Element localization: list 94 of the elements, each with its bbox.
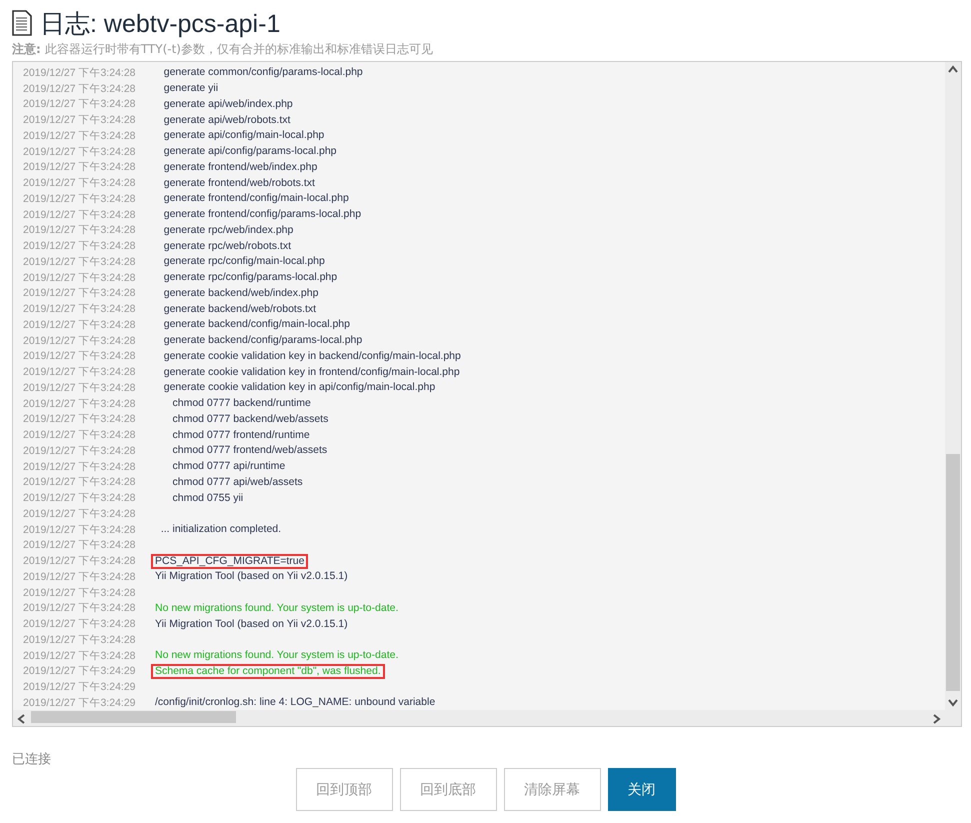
log-message: No new migrations found. Your system is up-to-date. (154, 648, 400, 664)
log-message: Yii Migration Tool (based on Yii v2.0.15.1) (154, 616, 349, 632)
log-time: 2019/12/27 下午3:24:28 (22, 491, 137, 506)
log-message: generate rpc/config/main-local.php (162, 254, 326, 270)
scroll-thumb[interactable] (946, 454, 960, 691)
log-message: generate rpc/web/index.php (162, 222, 294, 238)
connection-status: 已连接 (12, 751, 52, 768)
vertical-scrollbar[interactable] (945, 62, 961, 710)
log-time: 2019/12/27 下午3:24:28 (22, 334, 137, 348)
log-message: No new migrations found. Your system is up-to-date. (154, 600, 400, 616)
log-message: Schema cache for component "db", was flushed. (151, 664, 385, 679)
log-time: 2019/12/27 下午3:24:28 (22, 648, 137, 663)
log-time: 2019/12/27 下午3:24:28 (22, 208, 137, 222)
log-time: 2019/12/27 下午3:24:29 (22, 680, 137, 694)
log-time: 2019/12/27 下午3:24:28 (22, 617, 137, 632)
scroll-left-icon (17, 714, 25, 724)
log-time: 2019/12/27 下午3:24:28 (22, 365, 137, 380)
log-time: 2019/12/27 下午3:24:28 (22, 396, 137, 411)
log-time: 2019/12/27 下午3:24:28 (22, 97, 137, 112)
log-message: generate backend/web/index.php (162, 286, 320, 301)
log-time: 2019/12/27 下午3:24:28 (22, 113, 137, 128)
log-time: 2019/12/27 下午3:24:28 (22, 192, 137, 206)
log-message: generate api/web/robots.txt (162, 112, 292, 128)
log-message: generate backend/web/robots.txt (162, 302, 318, 317)
log-message: generate frontend/config/params-local.php (162, 207, 362, 222)
log-time: 2019/12/27 下午3:24:28 (22, 82, 137, 96)
log-time: 2019/12/27 下午3:24:29 (22, 664, 137, 678)
log-time: 2019/12/27 下午3:24:28 (22, 144, 137, 159)
log-message: generate common/config/params-local.php (162, 65, 364, 80)
log-time: 2019/12/27 下午3:24:28 (22, 412, 137, 426)
log-message: generate cookie validation key in backend/config/main-local.php (162, 348, 462, 364)
log-time: 2019/12/27 下午3:24:28 (22, 444, 137, 458)
action-button[interactable]: 回到底部 (400, 768, 496, 811)
log-message: chmod 0777 api/web/assets (172, 474, 304, 490)
log-message: chmod 0755 yii (172, 490, 244, 506)
log-time: 2019/12/27 下午3:24:28 (22, 506, 137, 521)
log-time: 2019/12/27 下午3:24:28 (22, 239, 137, 254)
log-time: 2019/12/27 下午3:24:28 (22, 522, 137, 537)
note-label: 注意: (12, 41, 41, 58)
log-time: 2019/12/27 下午3:24:28 (22, 632, 137, 647)
document-icon (12, 10, 32, 36)
log-message: generate backend/config/params-local.php (162, 333, 364, 348)
scroll-up-icon (948, 65, 958, 73)
log-message: generate cookie validation key in frontend/config/main-local.php (162, 364, 461, 380)
log-time: 2019/12/27 下午3:24:28 (22, 66, 137, 80)
log-message: ... initialization completed. (160, 522, 282, 538)
log-time: 2019/12/27 下午3:24:28 (22, 428, 137, 442)
log-time: 2019/12/27 下午3:24:28 (22, 176, 137, 190)
log-message: generate backend/config/main-local.php (162, 317, 351, 332)
page-title: 日志: webtv-pcs-api-1 (40, 8, 280, 40)
log-time: 2019/12/27 下午3:24:28 (22, 286, 137, 300)
log-message: chmod 0777 frontend/runtime (172, 428, 311, 443)
note-text: 此容器运行时带有TTY(-t)参数，仅有合并的标准输出和标准错误日志可见 (44, 41, 433, 58)
log-message: generate frontend/web/index.php (162, 160, 318, 175)
log-time: 2019/12/27 下午3:24:28 (22, 349, 137, 364)
log-message: chmod 0777 backend/web/assets (172, 412, 330, 427)
action-button[interactable]: 回到顶部 (296, 768, 392, 811)
log-time: 2019/12/27 下午3:24:28 (22, 160, 137, 174)
log-time: 2019/12/27 下午3:24:28 (22, 254, 137, 269)
scroll-down-icon (948, 699, 958, 707)
log-message: chmod 0777 backend/runtime (172, 396, 312, 412)
log-time: 2019/12/27 下午3:24:28 (22, 586, 137, 600)
log-message: generate api/config/main-local.php (162, 128, 326, 144)
scroll-right-icon (933, 714, 941, 724)
log-message: generate rpc/config/params-local.php (162, 270, 338, 286)
log-time: 2019/12/27 下午3:24:28 (22, 538, 137, 552)
log-message: generate yii (162, 81, 220, 96)
log-message: chmod 0777 frontend/web/assets (172, 443, 328, 458)
log-time: 2019/12/27 下午3:24:28 (22, 380, 137, 395)
log-time: 2019/12/27 下午3:24:28 (22, 302, 137, 316)
log-time: 2019/12/27 下午3:24:28 (22, 460, 137, 474)
log-time: 2019/12/27 下午3:24:28 (22, 270, 137, 285)
log-message: generate cookie validation key in api/config/main-local.php (162, 380, 436, 396)
close-button[interactable]: 关闭 (608, 768, 676, 811)
log-message: generate frontend/config/main-local.php (162, 191, 350, 206)
log-time: 2019/12/27 下午3:24:28 (22, 570, 137, 584)
log-message: generate frontend/web/robots.txt (162, 176, 316, 191)
log-message: /config/init/cronlog.sh: line 4: LOG_NAME: unbound variable (154, 695, 436, 709)
log-message: generate api/config/params-local.php (162, 144, 338, 160)
horizontal-scrollbar[interactable] (13, 710, 961, 726)
log-time: 2019/12/27 下午3:24:28 (22, 601, 137, 616)
log-time: 2019/12/27 下午3:24:29 (22, 696, 137, 709)
log-message: Yii Migration Tool (based on Yii v2.0.15.1) (154, 569, 349, 584)
action-button[interactable]: 清除屏幕 (504, 768, 600, 811)
log-time: 2019/12/27 下午3:24:28 (22, 554, 137, 568)
log-time: 2019/12/27 下午3:24:28 (22, 128, 137, 143)
log-time: 2019/12/27 下午3:24:28 (22, 475, 137, 490)
log-time: 2019/12/27 下午3:24:28 (22, 223, 137, 238)
scroll-thumb[interactable] (31, 711, 236, 723)
log-message: chmod 0777 api/runtime (172, 459, 286, 474)
log-message: generate rpc/web/robots.txt (162, 238, 292, 254)
log-message: generate api/web/index.php (162, 96, 294, 112)
log-time: 2019/12/27 下午3:24:28 (22, 318, 137, 332)
log-message: PCS_API_CFG_MIGRATE=true (151, 554, 308, 569)
